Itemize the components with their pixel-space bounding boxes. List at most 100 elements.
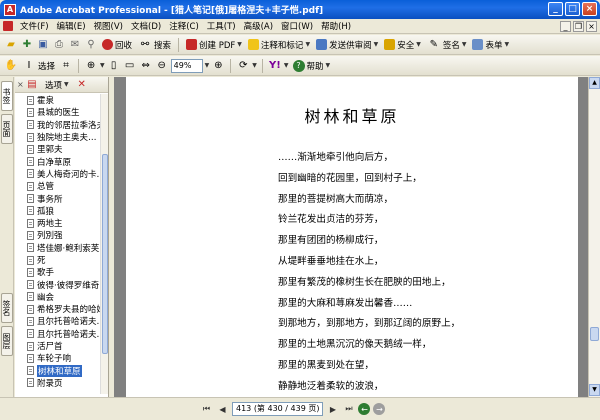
email-icon[interactable]: ✉ <box>68 38 82 52</box>
bookmark-page-icon <box>27 280 34 290</box>
bookmark-item[interactable]: 死 <box>15 254 101 266</box>
bookmark-item[interactable]: 孤狼 <box>15 205 101 217</box>
zoom-in-icon[interactable]: ⊕ <box>84 59 98 73</box>
bookmark-item[interactable]: 事务所 <box>15 192 101 205</box>
actual-size-icon[interactable]: ▯ <box>107 59 121 73</box>
last-page-icon[interactable]: ⏭ <box>342 403 355 416</box>
chevron-down-icon[interactable]: ▼ <box>284 62 289 69</box>
menu-file[interactable]: 文件(F) <box>16 20 53 32</box>
chevron-down-icon: ▼ <box>64 81 69 88</box>
zoom-in-plus-icon[interactable]: ⊕ <box>211 59 225 73</box>
rotate-icon[interactable]: ⟳ <box>236 59 250 73</box>
menu-edit[interactable]: 编辑(E) <box>53 20 90 32</box>
bookmark-item[interactable]: 且尔托普哈诺夫… <box>15 315 101 327</box>
snapshot-icon[interactable]: ⌗ <box>59 59 73 73</box>
fit-page-icon[interactable]: ▭ <box>123 59 137 73</box>
tab-bookmarks[interactable]: 书签 <box>1 81 13 111</box>
send-review-button[interactable]: 发送供审阅 ▼ <box>314 37 380 53</box>
chevron-down-icon[interactable]: ▼ <box>100 62 105 69</box>
zoom-out-icon[interactable]: ⊖ <box>155 59 169 73</box>
create-icon[interactable]: ✚ <box>20 38 34 52</box>
maximize-button[interactable]: □ <box>565 2 580 16</box>
secure-button[interactable]: 安全 ▼ <box>382 37 423 53</box>
bookmark-item[interactable]: 希格罗夫县的哈姆… <box>15 303 101 315</box>
document-viewport[interactable]: 树林和草原 ……渐渐地牵引他向后方， 回到幽暗的花园里，回到村子上， 那里的菩提树高… <box>114 77 588 397</box>
document-scroll-thumb[interactable] <box>590 327 599 341</box>
document-menu-icon[interactable] <box>3 21 13 31</box>
zoom-level-input[interactable]: 49% <box>170 58 203 73</box>
go-forward-icon[interactable]: → <box>373 403 386 415</box>
bookmark-item[interactable]: 里郭夫 <box>15 143 101 155</box>
scroll-down-icon[interactable]: ▼ <box>589 384 600 396</box>
bookmark-item[interactable]: 附录页 <box>15 377 101 389</box>
select-tool-button[interactable]: I 选择 <box>20 58 57 74</box>
print-icon[interactable]: ⎙ <box>52 38 66 52</box>
bookmark-item[interactable]: 我的邻居拉季洛夫 <box>15 119 101 131</box>
help-button[interactable]: ? 帮助 ▼ <box>291 58 333 74</box>
bookmark-item[interactable]: 树林和草原 <box>15 364 101 377</box>
menu-tools[interactable]: 工具(T) <box>203 20 240 32</box>
first-page-icon[interactable]: ⏮ <box>200 403 213 416</box>
bookmark-item[interactable]: 霍泉 <box>15 94 101 106</box>
chevron-down-icon: ▼ <box>237 41 242 48</box>
next-page-icon[interactable]: ▶ <box>326 403 339 416</box>
scroll-up-icon[interactable]: ▲ <box>589 77 600 89</box>
attach-icon[interactable]: ⚲ <box>84 38 98 52</box>
close-button[interactable]: × <box>582 2 597 16</box>
chevron-down-icon[interactable]: ▼ <box>252 62 257 69</box>
save-icon[interactable]: ▣ <box>36 38 50 52</box>
bookmark-item[interactable]: 塔佳娜·鲍利索芙… <box>15 242 101 254</box>
open-folder-icon[interactable]: ▰ <box>4 38 18 52</box>
create-pdf-button[interactable]: 创建 PDF ▼ <box>184 37 244 53</box>
minimize-button[interactable]: _ <box>548 2 563 16</box>
tab-signatures[interactable]: 签名 <box>1 293 13 323</box>
sign-button[interactable]: ✎ 签名 ▼ <box>425 37 469 53</box>
window-title: Adobe Acrobat Professional - [猎人笔记[俄]屠格涅… <box>20 6 324 16</box>
hand-tool-icon[interactable]: ✋ <box>4 59 18 73</box>
previous-page-icon[interactable]: ◀ <box>216 403 229 416</box>
doc-minimize-button[interactable]: _ <box>560 20 571 32</box>
new-bookmark-icon[interactable]: ▤ <box>25 78 39 92</box>
bookmark-label: 事务所 <box>37 194 63 205</box>
menu-window[interactable]: 窗口(W) <box>277 20 317 32</box>
close-panel-icon[interactable]: × <box>17 80 24 89</box>
delete-bookmark-icon[interactable]: ✕ <box>75 78 89 92</box>
bookmark-page-icon <box>27 120 34 130</box>
toolbar-divider <box>230 58 232 73</box>
tab-pages[interactable]: 页面 <box>1 114 13 144</box>
bookmark-item[interactable]: 县城的医生 <box>15 106 101 118</box>
bookmarks-scrollbar[interactable] <box>100 94 108 394</box>
menu-advanced[interactable]: 高级(A) <box>240 20 277 32</box>
forms-button[interactable]: 表单 ▼ <box>470 37 511 53</box>
bookmark-item[interactable]: 彼得·彼得罗维奇… <box>15 278 101 291</box>
doc-restore-button[interactable]: ❐ <box>573 20 584 32</box>
options-button[interactable]: 选项 ▼ <box>43 77 71 93</box>
fit-width-icon[interactable]: ⇔ <box>139 59 153 73</box>
bookmark-item[interactable]: 列別强 <box>15 229 101 241</box>
bookmark-item[interactable]: 总管 <box>15 180 101 192</box>
bookmark-item[interactable]: 白净草原 <box>15 155 101 168</box>
review-button[interactable]: 注释和标记 ▼ <box>246 37 312 53</box>
bookmark-item[interactable]: 歌手 <box>15 266 101 278</box>
yahoo-icon[interactable]: Y! <box>268 59 282 73</box>
tab-layers[interactable]: 图层 <box>1 326 13 356</box>
bookmark-item[interactable]: 且尔托普哈诺夫… <box>15 328 101 340</box>
bookmark-item[interactable]: 活尸首 <box>15 340 101 352</box>
bookmark-item[interactable]: 两地主 <box>15 217 101 229</box>
bookmark-item[interactable]: 车轮子响 <box>15 352 101 364</box>
document-scrollbar[interactable]: ▲ ▼ <box>588 77 600 397</box>
menu-view[interactable]: 视图(V) <box>90 20 127 32</box>
organizer-button[interactable]: 回收 <box>100 37 134 53</box>
menu-document[interactable]: 文档(D) <box>127 20 165 32</box>
menu-comments[interactable]: 注释(C) <box>165 20 203 32</box>
bookmark-item[interactable]: 幽会 <box>15 291 101 303</box>
search-button[interactable]: ⚯ 搜索 <box>136 37 173 53</box>
menu-help[interactable]: 帮助(H) <box>317 20 355 32</box>
doc-close-button[interactable]: × <box>586 20 597 32</box>
chevron-down-icon[interactable]: ▼ <box>205 62 210 69</box>
bookmark-item[interactable]: 美人梅奇河的卡… <box>15 168 101 180</box>
bookmarks-scroll-thumb[interactable] <box>102 154 108 354</box>
bookmark-item[interactable]: 独院地主奥夫… <box>15 131 101 143</box>
page-number-field[interactable]: 413 (第 430 / 439 页) <box>232 402 324 416</box>
go-back-icon[interactable]: ← <box>358 403 371 415</box>
